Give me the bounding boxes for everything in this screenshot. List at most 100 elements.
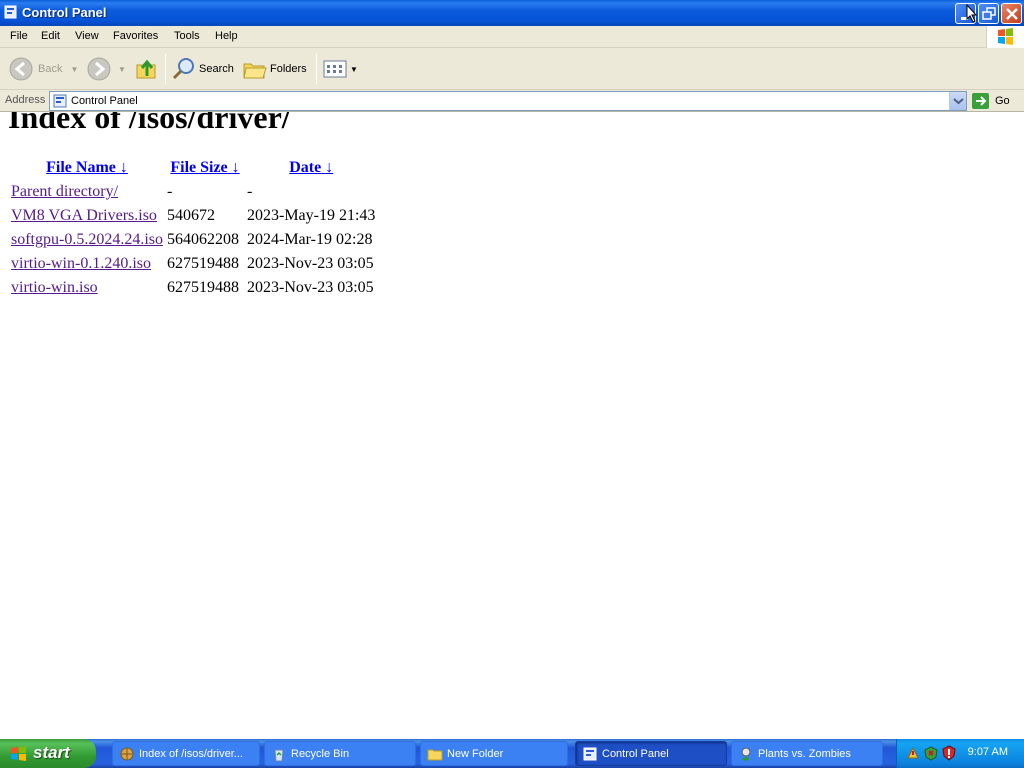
file-date-cell: 2024-Mar-19 02:28 <box>247 231 373 248</box>
go-button[interactable]: Go <box>971 91 1021 111</box>
menu-favorites[interactable]: Favorites <box>113 30 158 42</box>
shield-alert-icon[interactable] <box>941 745 957 761</box>
clock[interactable]: 9:07 AM <box>968 746 1008 758</box>
sort-by-size-link[interactable]: File Size ↓ <box>170 159 239 176</box>
restore-icon <box>982 7 996 20</box>
taskbar-item-label: Control Panel <box>602 747 669 760</box>
chevron-down-icon <box>953 98 964 105</box>
menu-help[interactable]: Help <box>215 30 238 42</box>
toolbar: Back ▼ ▼ Search Folders ▼ <box>0 48 1024 90</box>
page-heading: Index of /isos/driver/ <box>8 112 291 135</box>
file-size-cell: - <box>167 183 173 200</box>
file-size-cell: 627519488 <box>167 255 239 272</box>
folders-button[interactable]: Folders <box>242 54 307 84</box>
forward-arrow-icon <box>87 57 111 81</box>
forward-dropdown-icon[interactable]: ▼ <box>118 65 126 74</box>
table-row: softgpu-0.5.2024.24.iso 564062208 2024-M… <box>10 229 376 251</box>
folders-label: Folders <box>270 63 307 75</box>
start-button[interactable]: start <box>0 739 96 768</box>
page-content: Index of /isos/driver/ File Name ↓ File … <box>0 112 1024 739</box>
file-size-cell: 627519488 <box>167 279 239 296</box>
table-row: VM8 VGA Drivers.iso 540672 2023-May-19 2… <box>10 205 376 227</box>
menu-view[interactable]: View <box>75 30 99 42</box>
address-label: Address <box>5 94 46 106</box>
file-date-cell: - <box>247 183 253 200</box>
folders-icon <box>243 63 267 79</box>
taskbar-item-label: Plants vs. Zombies <box>758 747 851 760</box>
sort-by-name-link[interactable]: File Name ↓ <box>46 159 128 176</box>
search-label: Search <box>199 63 234 75</box>
file-link[interactable]: virtio-win-0.1.240.iso <box>11 255 151 272</box>
taskbar-item-label: Index of /isos/driver... <box>139 747 243 760</box>
taskbar-item-new-folder[interactable]: New Folder <box>420 741 568 766</box>
file-link[interactable]: softgpu-0.5.2024.24.iso <box>11 231 163 248</box>
parent-directory-link[interactable]: Parent directory/ <box>11 183 118 200</box>
file-date-cell: 2023-May-19 21:43 <box>247 207 376 224</box>
sort-by-date-link[interactable]: Date ↓ <box>289 159 333 176</box>
up-folder-button[interactable] <box>134 54 160 84</box>
windows-logo-icon <box>986 26 1024 48</box>
toolbar-separator <box>316 54 317 84</box>
menu-edit[interactable]: Edit <box>41 30 60 42</box>
up-folder-icon <box>136 59 156 79</box>
views-button[interactable]: ▼ <box>322 54 358 84</box>
close-icon <box>1006 8 1018 20</box>
taskbar-item-control-panel[interactable]: Control Panel <box>575 741 727 766</box>
taskbar-item-label: New Folder <box>447 747 504 760</box>
back-button[interactable]: Back ▼ <box>8 54 78 84</box>
forward-button[interactable]: ▼ <box>86 54 126 84</box>
restore-button[interactable] <box>978 3 999 24</box>
toolbar-separator <box>165 54 166 84</box>
table-row: Parent directory/ - - <box>10 181 376 203</box>
browser-icon <box>120 747 134 760</box>
column-header-date: Date ↓ <box>246 157 376 179</box>
column-header-file-size: File Size ↓ <box>166 157 244 179</box>
folder-icon <box>427 749 443 760</box>
taskbar-item-recycle-bin[interactable]: Recycle Bin <box>264 741 416 766</box>
search-button[interactable]: Search <box>171 54 234 84</box>
game-icon <box>741 747 751 761</box>
views-icon <box>323 60 347 78</box>
window-title: Control Panel <box>22 5 107 20</box>
control-panel-icon <box>4 5 17 19</box>
security-center-icon[interactable] <box>923 745 939 761</box>
directory-listing-table: File Name ↓ File Size ↓ Date ↓ Parent di… <box>8 155 378 301</box>
table-header-row: File Name ↓ File Size ↓ Date ↓ <box>10 157 376 179</box>
address-value: Control Panel <box>71 95 138 107</box>
views-dropdown-icon[interactable]: ▼ <box>350 65 358 74</box>
table-row: virtio-win-0.1.240.iso 627519488 2023-No… <box>10 253 376 275</box>
title-bar: Control Panel <box>0 0 1024 26</box>
address-bar: Address Control Panel Go <box>0 90 1024 112</box>
close-button[interactable] <box>1001 3 1022 24</box>
taskbar-item-label: Recycle Bin <box>291 747 350 760</box>
file-size-cell: 564062208 <box>167 231 239 248</box>
file-link[interactable]: VM8 VGA Drivers.iso <box>11 207 157 224</box>
file-date-cell: 2023-Nov-23 03:05 <box>247 279 374 296</box>
taskbar-item-plants-vs-zombies[interactable]: Plants vs. Zombies <box>731 741 883 766</box>
go-label: Go <box>995 95 1010 107</box>
mouse-cursor-icon <box>966 4 978 23</box>
control-panel-icon <box>583 747 597 760</box>
back-dropdown-icon[interactable]: ▼ <box>70 65 78 74</box>
search-icon <box>172 58 194 80</box>
go-arrow-icon <box>972 93 989 109</box>
system-tray: 9:07 AM <box>896 739 1024 768</box>
menu-bar: File Edit View Favorites Tools Help <box>0 26 1024 48</box>
file-date-cell: 2023-Nov-23 03:05 <box>247 255 374 272</box>
column-header-file-name: File Name ↓ <box>10 157 164 179</box>
windows-logo-icon <box>11 746 26 761</box>
menu-tools[interactable]: Tools <box>174 30 200 42</box>
file-size-cell: 540672 <box>167 207 215 224</box>
address-dropdown-button[interactable] <box>949 92 966 110</box>
back-arrow-icon <box>9 57 33 81</box>
taskbar-item-browser[interactable]: Index of /isos/driver... <box>112 741 260 766</box>
menu-file[interactable]: File <box>10 30 28 42</box>
file-link[interactable]: virtio-win.iso <box>11 279 98 296</box>
control-panel-icon <box>53 94 67 108</box>
recycle-bin-icon <box>274 749 284 761</box>
address-input[interactable]: Control Panel <box>49 91 967 111</box>
table-row: virtio-win.iso 627519488 2023-Nov-23 03:… <box>10 277 376 299</box>
taskbar: start Index of /isos/driver... Recycle B… <box>0 739 1024 768</box>
start-label: start <box>33 743 70 762</box>
network-icon[interactable] <box>905 745 921 761</box>
